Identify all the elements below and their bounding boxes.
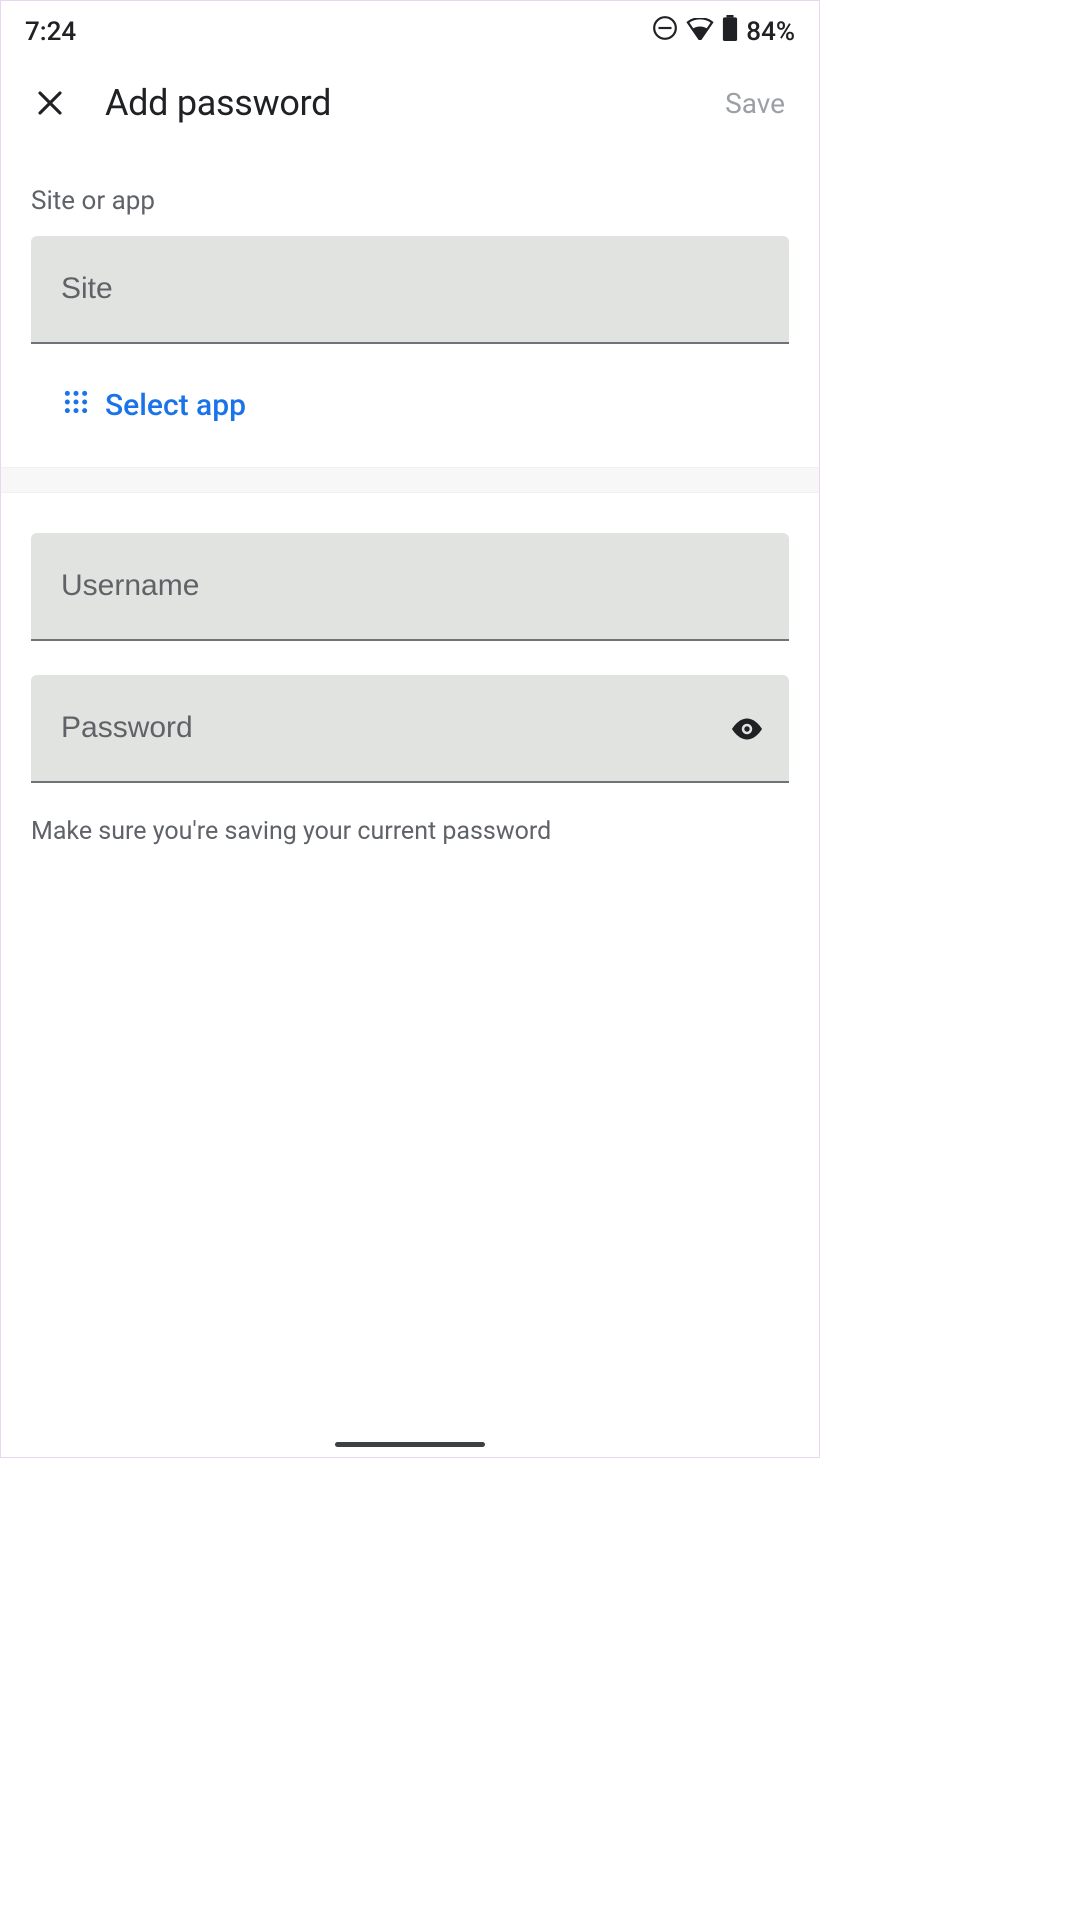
site-input[interactable] [31, 236, 789, 344]
credentials-section: Make sure you're saving your current pas… [1, 493, 819, 846]
site-section: Site or app Select app [1, 186, 819, 467]
password-hint: Make sure you're saving your current pas… [5, 817, 789, 846]
password-input-wrap [31, 675, 789, 783]
close-button[interactable] [33, 86, 67, 120]
username-input-wrap [31, 533, 789, 641]
navigation-handle[interactable] [335, 1442, 485, 1447]
username-input[interactable] [31, 533, 789, 641]
status-time: 7:24 [25, 17, 76, 47]
select-app-label: Select app [105, 388, 246, 423]
status-bar: 7:24 84% [1, 1, 819, 56]
password-input[interactable] [31, 675, 789, 783]
dnd-icon [652, 15, 678, 48]
section-divider [1, 467, 819, 493]
battery-icon [722, 15, 738, 48]
apps-grid-icon [63, 388, 89, 423]
save-button[interactable]: Save [725, 87, 791, 120]
select-app-button[interactable]: Select app [33, 344, 789, 467]
close-icon [35, 88, 65, 118]
status-right: 84% [652, 15, 795, 48]
toggle-password-visibility-button[interactable] [727, 709, 767, 749]
battery-percentage: 84% [746, 17, 795, 47]
app-bar: Add password Save [1, 56, 819, 158]
site-label: Site or app [31, 186, 789, 216]
page-title: Add password [105, 82, 725, 124]
eye-icon [729, 711, 765, 747]
wifi-icon [686, 17, 714, 47]
